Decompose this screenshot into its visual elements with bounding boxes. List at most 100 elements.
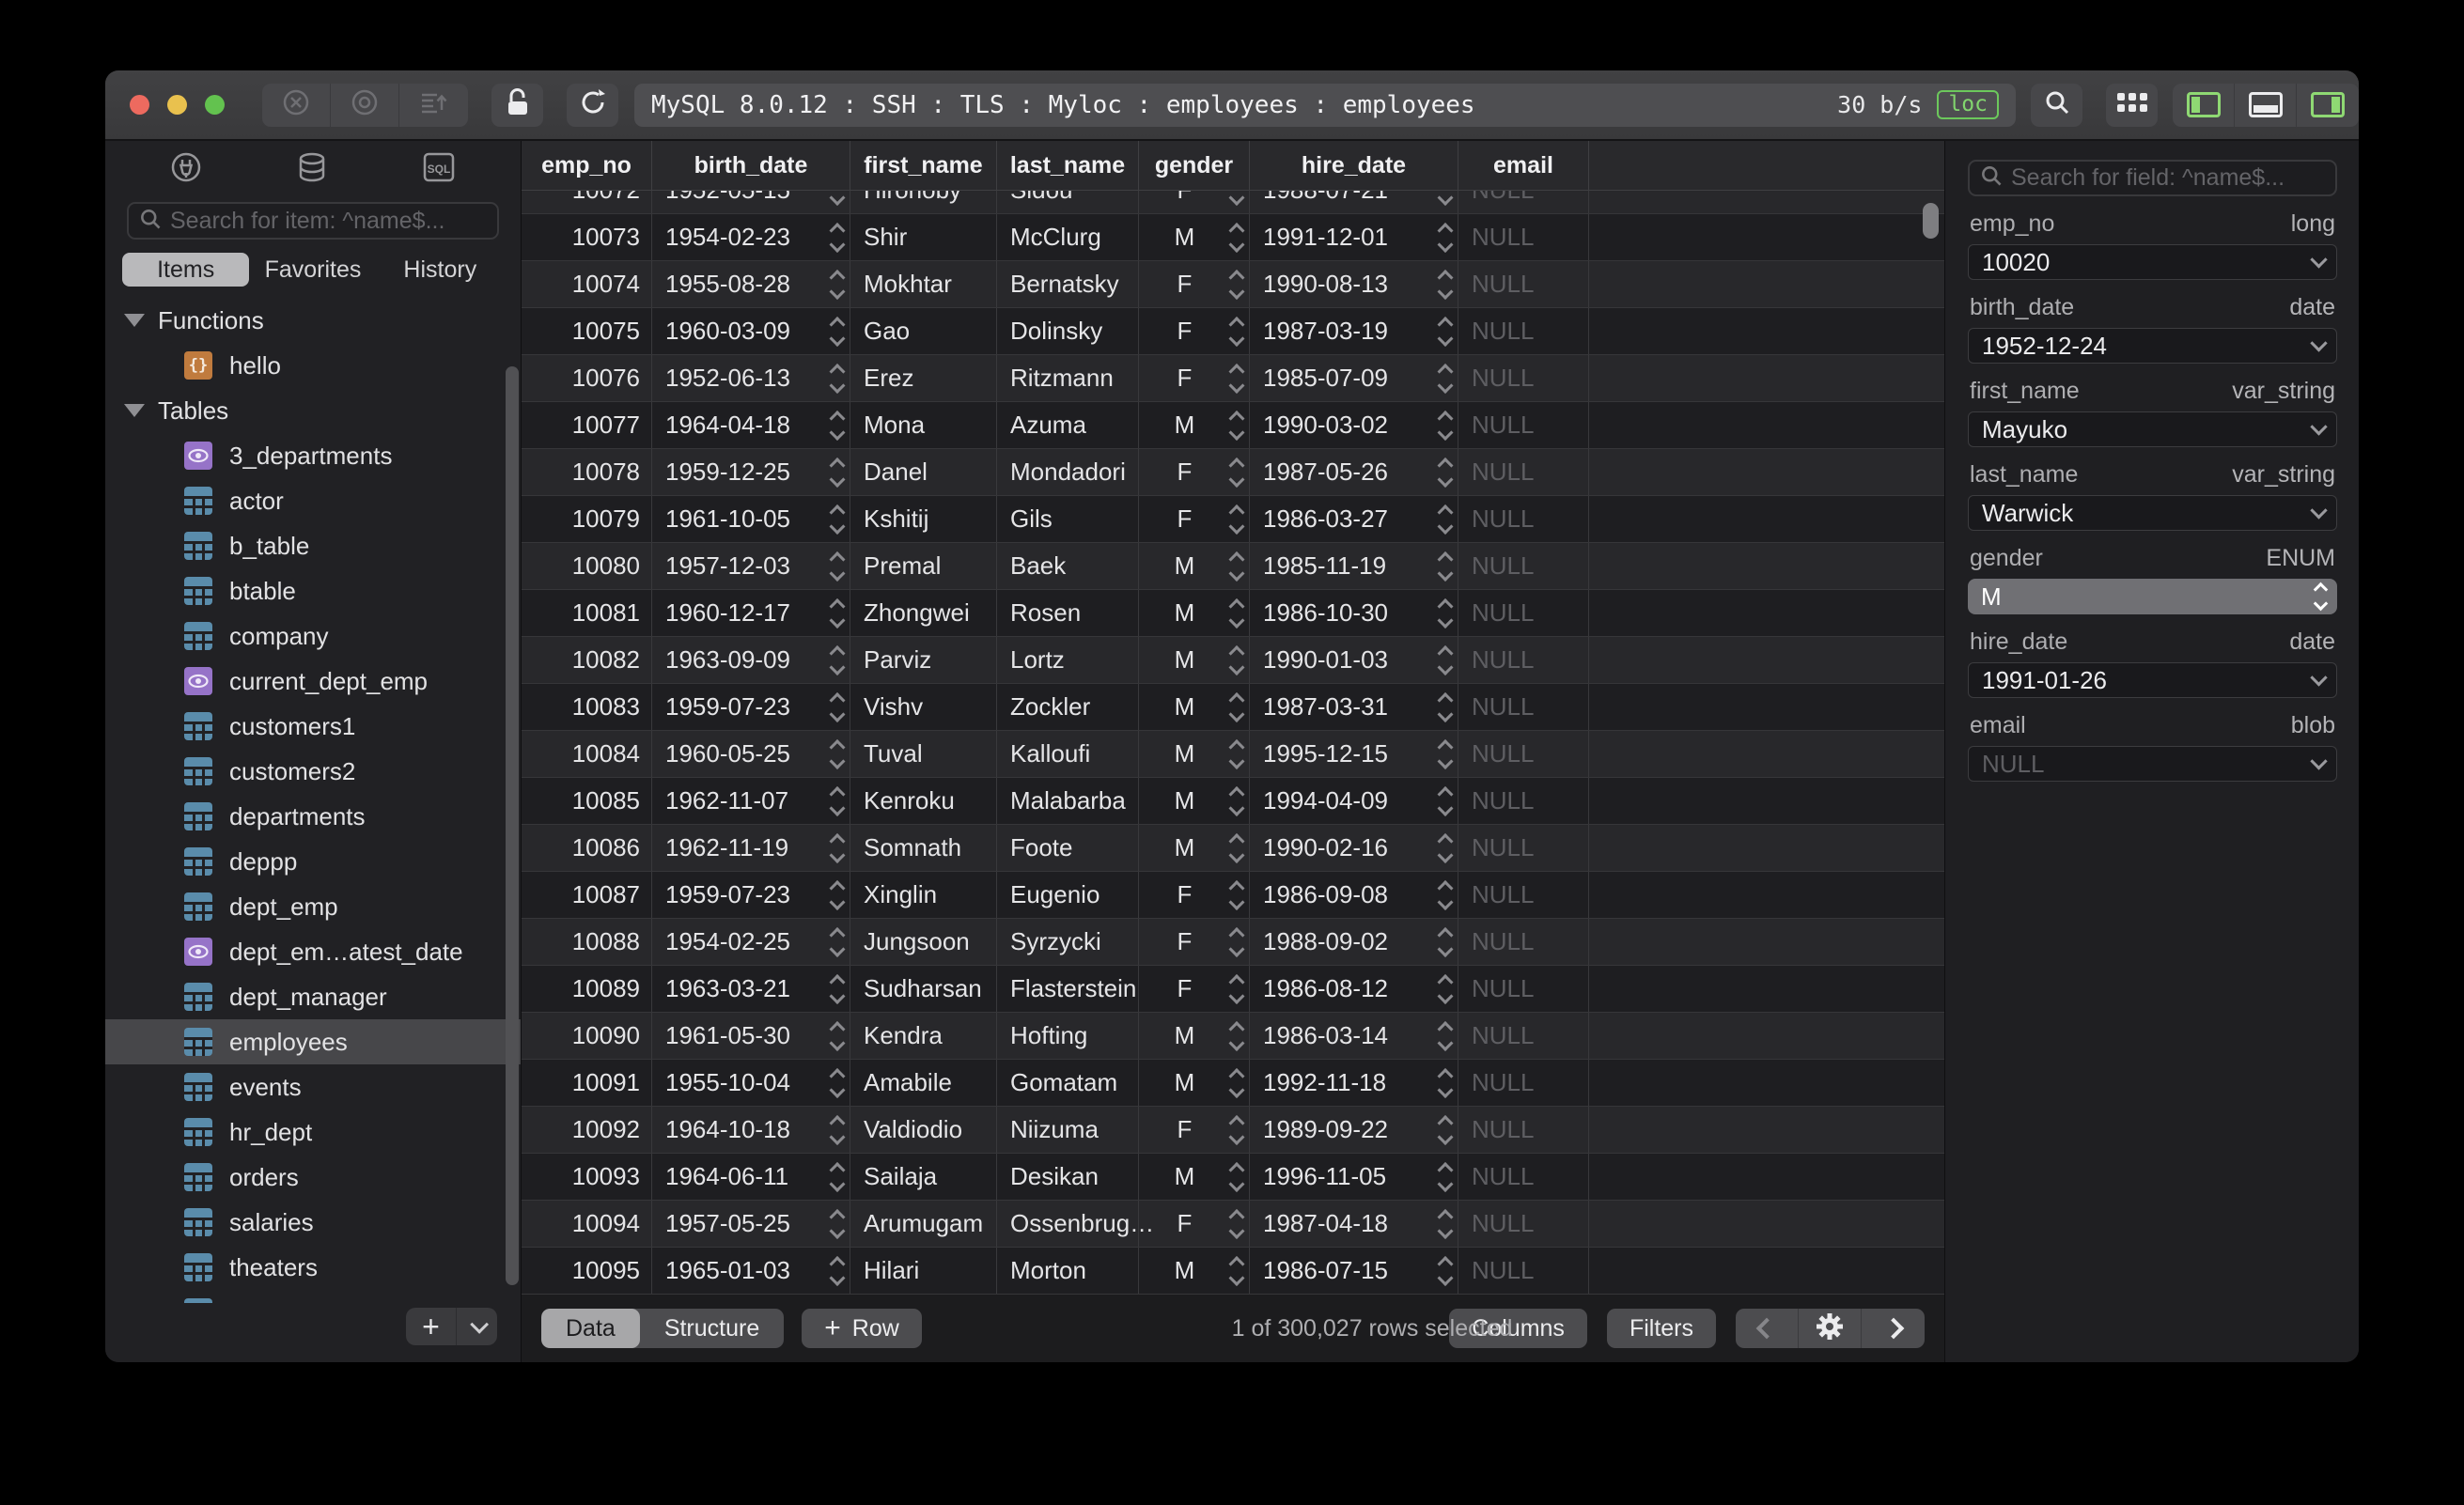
value-stepper[interactable] [1228,832,1245,863]
value-stepper[interactable] [829,504,846,535]
sidebar-item-3_departments[interactable]: 3_departments [105,433,521,478]
value-stepper[interactable] [829,269,846,300]
cell-email[interactable]: NULL [1458,1060,1589,1106]
cell-last_name[interactable]: Baek [997,543,1139,589]
close-window-button[interactable] [130,95,149,115]
value-stepper[interactable] [829,191,846,206]
cell-hire_date[interactable]: 1988-09-02 [1250,919,1458,965]
value-stepper[interactable] [1437,597,1454,628]
cell-birth_date[interactable]: 1957-05-25 [652,1201,850,1247]
value-stepper[interactable] [829,1208,846,1239]
cell-hire_date[interactable]: 1987-05-26 [1250,449,1458,495]
cell-emp_no[interactable]: 10077 [522,402,652,448]
sidebar-item-partial[interactable] [105,1290,521,1303]
cell-hire_date[interactable]: 1986-03-27 [1250,496,1458,542]
cell-hire_date[interactable]: 1990-02-16 [1250,825,1458,871]
column-header-hire_date[interactable]: hire_date [1250,141,1458,190]
cell-last_name[interactable]: Syrzycki [997,919,1139,965]
value-stepper[interactable] [1437,363,1454,394]
cell-last_name[interactable]: Eugenio [997,872,1139,918]
sidebar-search-input[interactable] [170,207,488,235]
cell-email[interactable]: NULL [1458,261,1589,307]
cell-emp_no[interactable]: 10094 [522,1201,652,1247]
value-stepper[interactable] [1228,926,1245,957]
cell-first_name[interactable]: Tuval [850,731,997,777]
tab-structure[interactable]: Structure [640,1309,784,1348]
cell-gender[interactable]: M [1139,1060,1250,1106]
cell-last_name[interactable]: Foote [997,825,1139,871]
value-stepper[interactable] [1437,1067,1454,1098]
cell-hire_date[interactable]: 1990-01-03 [1250,637,1458,683]
value-stepper[interactable] [1228,597,1245,628]
cell-emp_no[interactable]: 10090 [522,1013,652,1059]
field-value-last_name[interactable]: Warwick [1968,495,2337,531]
table-row[interactable]: 10075 1960-03-09 Gao Dolinsky F 1987-03-19 NUL… [522,308,1944,355]
value-stepper[interactable] [1437,269,1454,300]
field-value-emp_no[interactable]: 10020 [1968,244,2337,280]
cell-email[interactable]: NULL [1458,637,1589,683]
cell-hire_date[interactable]: 1994-04-09 [1250,778,1458,824]
cell-gender[interactable]: F [1139,872,1250,918]
cell-birth_date[interactable]: 1955-08-28 [652,261,850,307]
cell-emp_no[interactable]: 10083 [522,684,652,730]
cell-gender[interactable]: M [1139,684,1250,730]
table-row[interactable]: 10078 1959-12-25 Danel Mondadori F 1987-05-26… [522,449,1944,496]
value-stepper[interactable] [1228,1020,1245,1051]
sidebar-item-salaries[interactable]: salaries [105,1200,521,1245]
table-row[interactable]: 10081 1960-12-17 Zhongwei Rosen M 1986-10-30 N… [522,590,1944,637]
cell-emp_no[interactable]: 10087 [522,872,652,918]
cell-first_name[interactable]: Mona [850,402,997,448]
value-stepper[interactable] [829,551,846,582]
cell-email[interactable]: NULL [1458,731,1589,777]
value-stepper[interactable] [829,1067,846,1098]
cell-first_name[interactable]: Erez [850,355,997,401]
value-stepper[interactable] [829,1020,846,1051]
toggle-right-panel-button[interactable] [2297,84,2359,127]
table-row[interactable]: 10073 1954-02-23 Shir McClurg M 1991-12-01 NUL… [522,214,1944,261]
toggle-bottom-panel-button[interactable] [2235,83,2297,127]
cell-last_name[interactable]: Malabarba [997,778,1139,824]
value-stepper[interactable] [1437,457,1454,488]
cell-emp_no[interactable]: 10085 [522,778,652,824]
table-row[interactable]: 10083 1959-07-23 Vishv Zockler M 1987-03-31 NU… [522,684,1944,731]
cell-emp_no[interactable]: 10078 [522,449,652,495]
value-stepper[interactable] [1437,316,1454,347]
table-row[interactable]: 10093 1964-06-11 Sailaja Desikan M 1996-11-05… [522,1154,1944,1201]
cell-emp_no[interactable]: 10095 [522,1248,652,1294]
cell-birth_date[interactable]: 1962-11-19 [652,825,850,871]
value-stepper[interactable] [1228,1114,1245,1145]
table-row[interactable]: 10072 1952-05-15 Hironoby Sidou F 1988-07-21 N… [522,191,1944,214]
lock-button[interactable] [491,83,543,127]
value-stepper[interactable] [1437,1114,1454,1145]
search-button[interactable] [2031,83,2082,127]
sidebar-item-dept_em…atest_date[interactable]: dept_em…atest_date [105,929,521,974]
cell-email[interactable]: NULL [1458,191,1589,213]
column-header-first_name[interactable]: first_name [850,141,997,190]
sidebar-item-hello[interactable]: {} hello [105,343,521,388]
cell-hire_date[interactable]: 1986-03-14 [1250,1013,1458,1059]
sidebar-search-field[interactable] [127,202,499,240]
cell-emp_no[interactable]: 10086 [522,825,652,871]
toggle-left-panel-button[interactable] [2173,83,2235,127]
field-value-first_name[interactable]: Mayuko [1968,411,2337,447]
cell-hire_date[interactable]: 1987-03-19 [1250,308,1458,354]
value-stepper[interactable] [829,1161,846,1192]
cell-emp_no[interactable]: 10072 [522,191,652,213]
table-row[interactable]: 10074 1955-08-28 Mokhtar Bernatsky F 1990-08-… [522,261,1944,308]
cell-gender[interactable]: M [1139,543,1250,589]
cell-birth_date[interactable]: 1954-02-25 [652,919,850,965]
cell-gender[interactable]: F [1139,966,1250,1012]
cell-last_name[interactable]: Ossenbrug… [997,1201,1154,1247]
value-stepper[interactable] [829,597,846,628]
cell-hire_date[interactable]: 1985-07-09 [1250,355,1458,401]
cell-first_name[interactable]: Somnath [850,825,997,871]
value-stepper[interactable] [1228,222,1245,253]
cell-hire_date[interactable]: 1987-04-18 [1250,1201,1458,1247]
cell-gender[interactable]: M [1139,1154,1250,1200]
sidebar-item-employees[interactable]: employees [105,1019,521,1064]
cell-hire_date[interactable]: 1990-03-02 [1250,402,1458,448]
value-stepper[interactable] [1228,269,1245,300]
value-stepper[interactable] [1437,1161,1454,1192]
cell-hire_date[interactable]: 1995-12-15 [1250,731,1458,777]
cell-last_name[interactable]: Mondadori [997,449,1139,495]
